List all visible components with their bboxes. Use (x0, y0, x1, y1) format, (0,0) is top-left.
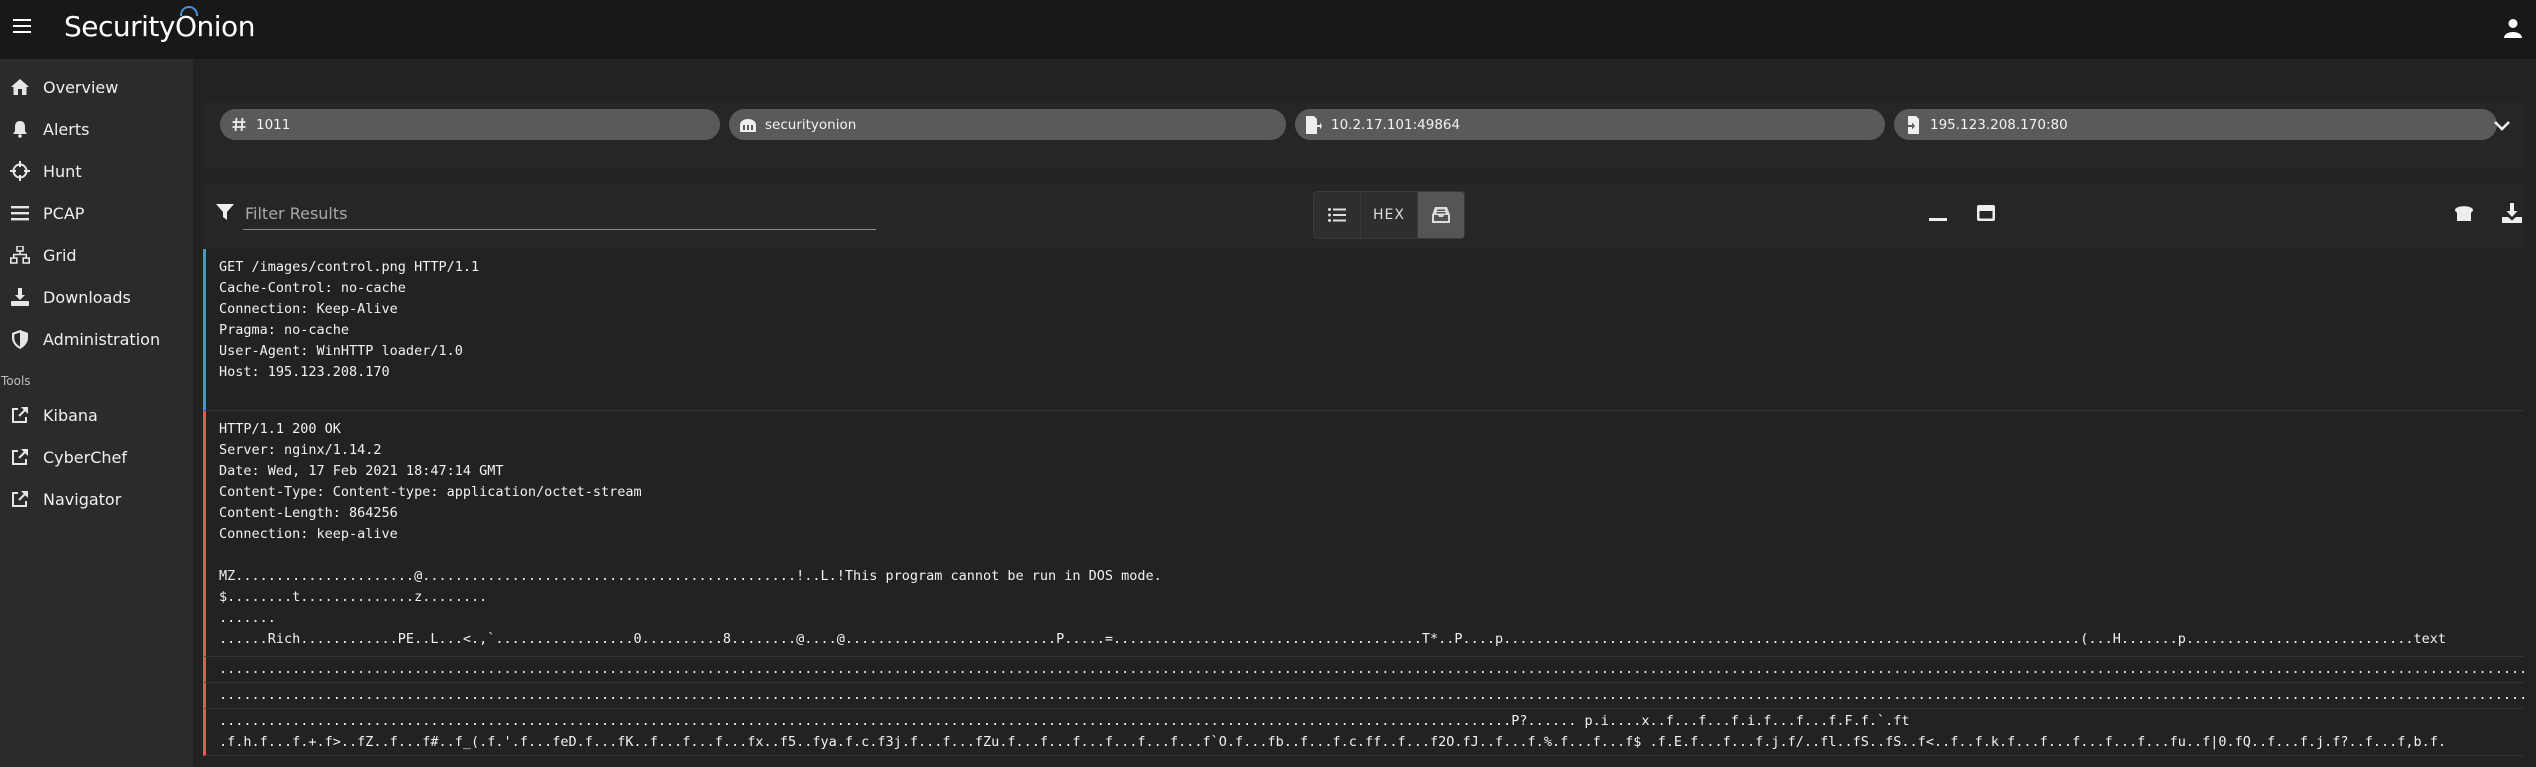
transcript-view-button[interactable] (1418, 192, 1464, 238)
sitemap-icon (9, 244, 31, 266)
sidebar-item-label: PCAP (43, 203, 85, 223)
list-icon (9, 202, 31, 224)
response-body-line: .f.h.f...f.+.f>..fZ..f...f#..f_(.f.'.f..… (219, 734, 2446, 750)
client-request-block: GET /images/control.png HTTP/1.1 Cache-C… (203, 249, 2524, 411)
sidebar-item-hunt[interactable]: Hunt (0, 150, 193, 192)
connection-id: 1011 (256, 116, 291, 133)
home-icon (9, 76, 31, 98)
sidebar-item-label: Kibana (43, 405, 98, 425)
sidebar-item-overview[interactable]: Overview (0, 66, 193, 108)
source-chip[interactable]: 10.2.17.101:49864 (1295, 109, 1885, 140)
top-app-bar: SecurityOnion (0, 0, 2536, 59)
crosshairs-icon (9, 160, 31, 182)
response-line: Content-Length: 864256 (219, 505, 398, 521)
sidebar-item-label: Navigator (43, 489, 122, 509)
sidebar-item-downloads[interactable]: Downloads (0, 276, 193, 318)
source-address: 10.2.17.101:49864 (1331, 116, 1461, 133)
bread-icon[interactable] (2453, 202, 2475, 224)
request-line: Pragma: no-cache (219, 322, 350, 338)
menu-icon[interactable] (13, 19, 31, 33)
list-view-button[interactable] (1314, 192, 1361, 238)
request-line: User-Agent: WinHTTP loader/1.0 (219, 343, 463, 359)
hex-view-button[interactable]: HEX (1361, 192, 1418, 238)
request-line: Connection: Keep-Alive (219, 301, 398, 317)
sidebar-item-label: Overview (43, 77, 119, 97)
request-line: Host: 195.123.208.170 (219, 364, 390, 380)
file-import-icon (1904, 115, 1922, 134)
request-line: GET /images/control.png HTTP/1.1 (219, 259, 480, 275)
response-continuation-block: ........................................… (203, 709, 2524, 756)
sidebar-item-pcap[interactable]: PCAP (0, 192, 193, 234)
external-link-icon (9, 404, 31, 426)
connection-id-chip[interactable]: 1011 (220, 109, 720, 140)
response-line: HTTP/1.1 200 OK (219, 421, 341, 437)
app-logo: SecurityOnion (64, 10, 255, 43)
sidebar-item-label: Hunt (43, 161, 82, 181)
response-body-line: ....... (219, 610, 276, 626)
filter-results-input[interactable] (243, 197, 876, 230)
filter-icon (216, 204, 234, 220)
download-icon[interactable] (2501, 202, 2523, 224)
inbox-icon (1432, 207, 1450, 223)
response-body-line: MZ......................@...............… (219, 568, 1162, 584)
external-link-icon (9, 488, 31, 510)
response-body-line: ........................................… (219, 713, 1910, 729)
hash-icon (230, 116, 248, 134)
sensor-chip[interactable]: securityonion (729, 109, 1286, 140)
sidebar-item-label: Administration (43, 329, 161, 349)
sidebar-item-label: Grid (43, 245, 77, 265)
list-icon (1328, 208, 1346, 222)
response-continuation-block: ........................................… (203, 657, 2524, 683)
response-line: Server: nginx/1.14.2 (219, 442, 382, 458)
sensor-name: securityonion (765, 116, 857, 133)
chevron-down-icon[interactable] (2492, 116, 2512, 136)
request-line: Cache-Control: no-cache (219, 280, 406, 296)
packet-transcript: GET /images/control.png HTTP/1.1 Cache-C… (203, 249, 2524, 767)
tools-section-label: Tools (1, 374, 31, 388)
destination-address: 195.123.208.170:80 (1930, 116, 2068, 133)
shield-icon (9, 328, 31, 350)
main-content: 1011 securityonion 10.2.17.101:49864 195… (193, 59, 2536, 767)
user-icon[interactable] (2504, 18, 2522, 38)
sidebar-item-grid[interactable]: Grid (0, 234, 193, 276)
view-mode-toggle: HEX (1313, 191, 1465, 239)
response-body-line: ........................................… (219, 661, 2524, 677)
sidebar-item-kibana[interactable]: Kibana (0, 394, 193, 436)
response-body-line: $........t..............z........ (219, 589, 488, 605)
bell-icon (9, 118, 31, 140)
sidebar: Overview Alerts Hunt PCAP Grid Downloads… (0, 59, 193, 767)
server-response-block: HTTP/1.1 200 OK Server: nginx/1.14.2 Dat… (203, 411, 2524, 657)
sidebar-item-label: Downloads (43, 287, 131, 307)
file-export-icon (1305, 115, 1323, 134)
building-icon (739, 116, 757, 134)
window-maximize-icon[interactable] (1975, 202, 1997, 224)
response-body-line: ......Rich............PE..L...<.,`......… (219, 631, 2446, 647)
destination-chip[interactable]: 195.123.208.170:80 (1894, 109, 2497, 140)
response-line: Content-Type: Content-type: application/… (219, 484, 642, 500)
response-line: Date: Wed, 17 Feb 2021 18:47:14 GMT (219, 463, 504, 479)
pcap-toolbar: HEX (203, 183, 2524, 249)
sidebar-item-administration[interactable]: Administration (0, 318, 193, 360)
sidebar-item-label: CyberChef (43, 447, 128, 467)
response-continuation-block: ........................................… (203, 683, 2524, 709)
sidebar-item-cyberchef[interactable]: CyberChef (0, 436, 193, 478)
response-body-line: ........................................… (219, 687, 2524, 703)
sidebar-item-navigator[interactable]: Navigator (0, 478, 193, 520)
external-link-icon (9, 446, 31, 468)
minimize-icon[interactable] (1927, 202, 1949, 224)
response-line: Connection: keep-alive (219, 526, 398, 542)
download-icon (9, 286, 31, 308)
connection-details-bar: 1011 securityonion 10.2.17.101:49864 195… (203, 102, 2524, 168)
sidebar-item-label: Alerts (43, 119, 90, 139)
sidebar-item-alerts[interactable]: Alerts (0, 108, 193, 150)
